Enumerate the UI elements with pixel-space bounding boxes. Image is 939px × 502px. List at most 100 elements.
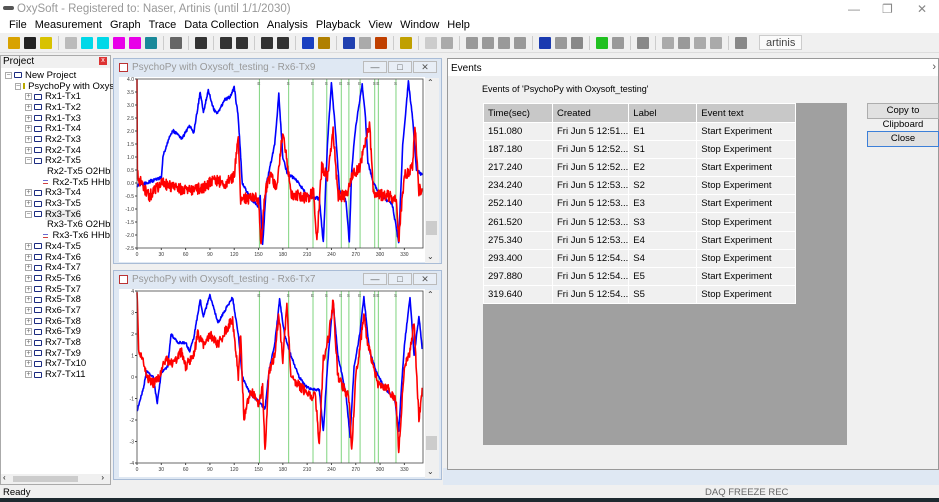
tree-item-rx7-tx9[interactable]: + Rx7-Tx9 — [1, 348, 110, 359]
menu-trace[interactable]: Trace — [145, 18, 181, 33]
expand-icon[interactable]: + — [25, 189, 32, 197]
close-button[interactable]: ✕ — [413, 273, 437, 285]
collapse-icon[interactable]: − — [15, 82, 22, 90]
collapse-icon[interactable]: − — [25, 157, 32, 165]
menu-help[interactable]: Help — [443, 18, 474, 33]
expand-icon[interactable]: + — [25, 253, 32, 261]
expand-icon[interactable]: + — [25, 317, 32, 325]
scroll-down-icon[interactable]: ⌄ — [427, 252, 434, 261]
scroll-right-icon[interactable]: › — [101, 473, 104, 482]
speaker-icon[interactable] — [735, 36, 747, 49]
tree-item-rx2-tx3[interactable]: + Rx2-Tx3 — [1, 134, 110, 145]
expand-icon[interactable]: + — [25, 264, 32, 272]
tree-item-new-project[interactable]: − New Project — [1, 70, 110, 81]
close-button[interactable]: Close — [867, 131, 939, 147]
gray-marker-icon[interactable] — [612, 36, 624, 49]
tree-item-rx1-tx4[interactable]: + Rx1-Tx4 — [1, 123, 110, 134]
list-icon[interactable] — [441, 36, 453, 49]
expand-icon[interactable]: + — [25, 285, 32, 293]
collapse-icon[interactable]: − — [5, 71, 12, 79]
tree-item-rx1-tx3[interactable]: + Rx1-Tx3 — [1, 113, 110, 124]
tree-item-rx3-tx6[interactable]: − Rx3-Tx6 — [1, 208, 110, 220]
filter-icon[interactable] — [65, 36, 77, 49]
expand-icon[interactable]: + — [25, 125, 32, 133]
table-row[interactable]: 261.520 Fri Jun 5 12:53... S3 Stop Experime… — [483, 212, 797, 232]
tree-item-rx5-tx7[interactable]: + Rx5-Tx7 — [1, 284, 110, 295]
tree-item-rx2-tx4[interactable]: + Rx2-Tx4 — [1, 145, 110, 156]
tree-item-study[interactable]: − PsychoPy with Oxysoft — [1, 81, 125, 92]
table-row[interactable]: 252.140 Fri Jun 5 12:53... E3 Start Experim… — [483, 194, 797, 214]
scroll-up-icon[interactable]: ⌃ — [427, 290, 434, 299]
menu-window[interactable]: Window — [396, 18, 443, 33]
minimize-button[interactable]: — — [363, 61, 387, 73]
minimize-icon[interactable]: — — [848, 2, 860, 16]
expand-icon[interactable]: + — [25, 296, 32, 304]
menu-data-collection[interactable]: Data Collection — [180, 18, 263, 33]
dialog-close-icon[interactable]: › — [932, 61, 936, 73]
table-row[interactable]: 217.240 Fri Jun 5 12:52... E2 Start Experim… — [483, 158, 797, 178]
menu-file[interactable]: File — [5, 18, 31, 33]
menu-measurement[interactable]: Measurement — [31, 18, 106, 33]
column-header[interactable]: Created — [551, 103, 630, 123]
zoom-fit-icon[interactable] — [195, 36, 207, 49]
stop-icon[interactable] — [571, 36, 583, 49]
tree-item-rx3-tx6-o2hb[interactable]: Rx3-Tx6 O2Hb — [1, 219, 110, 230]
expand-icon[interactable]: + — [25, 328, 32, 336]
vertical-scrollbar[interactable]: ⌃ ⌄ — [425, 78, 439, 263]
tree-item-rx6-tx9[interactable]: + Rx6-Tx9 — [1, 326, 110, 337]
expand-icon[interactable]: + — [25, 200, 32, 208]
tile-icon[interactable] — [343, 36, 355, 49]
maximize-button[interactable]: □ — [388, 273, 412, 285]
refresh-icon[interactable] — [302, 36, 314, 49]
artinis-brand-button[interactable]: artinis — [759, 35, 803, 50]
save-icon[interactable] — [24, 36, 36, 49]
export-icon[interactable] — [375, 36, 387, 49]
tree-item-rx5-tx6[interactable]: + Rx5-Tx6 — [1, 273, 110, 284]
column-header[interactable]: Label — [628, 103, 698, 123]
magenta-left-arrow-icon[interactable] — [113, 36, 125, 49]
copy-to-clipboard-button[interactable]: Copy to Clipboard — [867, 103, 939, 130]
table-row[interactable]: 151.080 Fri Jun 5 12:51... E1 Start Experim… — [483, 121, 797, 142]
pause-icon[interactable] — [555, 36, 567, 49]
tree-item-rx2-tx5-hhb[interactable]: Rx2-Tx5 HHb — [1, 177, 110, 188]
open-layout-icon[interactable] — [318, 36, 330, 49]
menu-graph[interactable]: Graph — [106, 18, 145, 33]
close-button[interactable]: ✕ — [413, 61, 437, 73]
tree-item-rx7-tx8[interactable]: + Rx7-Tx8 — [1, 337, 110, 348]
expand-icon[interactable]: + — [25, 146, 32, 154]
menu-analysis[interactable]: Analysis — [263, 18, 312, 33]
vertical-scrollbar[interactable]: ⌃ ⌄ — [425, 290, 439, 478]
percent-icon[interactable] — [710, 36, 722, 49]
tree-item-rx7-tx11[interactable]: + Rx7-Tx11 — [1, 369, 110, 380]
expand-icon[interactable]: + — [25, 93, 32, 101]
tree-item-rx6-tx7[interactable]: + Rx6-Tx7 — [1, 305, 110, 316]
green-marker-icon[interactable] — [596, 36, 608, 49]
cascade-icon[interactable] — [359, 36, 371, 49]
open-folder-icon[interactable] — [8, 36, 20, 49]
table-row[interactable]: 275.340 Fri Jun 5 12:53... E4 Start Experim… — [483, 230, 797, 250]
expand-icon[interactable]: + — [25, 135, 32, 143]
tree-item-rx3-tx6-hhb[interactable]: Rx3-Tx6 HHb — [1, 230, 110, 241]
align-icon[interactable] — [425, 36, 437, 49]
menu-playback[interactable]: Playback — [312, 18, 365, 33]
expand-icon[interactable]: + — [25, 242, 32, 250]
tree-item-rx1-tx1[interactable]: + Rx1-Tx1 — [1, 91, 110, 102]
tree-item-rx4-tx7[interactable]: + Rx4-Tx7 — [1, 262, 110, 273]
cyan-left-arrow-icon[interactable] — [81, 36, 93, 49]
minimize-button[interactable]: — — [363, 273, 387, 285]
expand-icon[interactable]: + — [25, 306, 32, 314]
tree-item-rx4-tx6[interactable]: + Rx4-Tx6 — [1, 252, 110, 263]
table-row[interactable]: 293.400 Fri Jun 5 12:54... S4 Stop Experime… — [483, 248, 797, 268]
tree-item-rx5-tx8[interactable]: + Rx5-Tx8 — [1, 294, 110, 305]
expand-icon[interactable]: + — [25, 360, 32, 368]
column-header[interactable]: Event text — [696, 103, 797, 123]
table-row[interactable]: 234.240 Fri Jun 5 12:53... S2 Stop Experime… — [483, 176, 797, 196]
tree-item-rx3-tx4[interactable]: + Rx3-Tx4 — [1, 187, 110, 198]
move-up-icon[interactable] — [482, 36, 494, 49]
cyan-right-arrow-icon[interactable] — [97, 36, 109, 49]
table-row[interactable]: 297.880 Fri Jun 5 12:54... E5 Start Experim… — [483, 266, 797, 286]
restore-icon[interactable]: ❐ — [882, 2, 893, 16]
horizontal-scrollbar[interactable]: ‹ › — [1, 473, 110, 484]
gradient-icon[interactable] — [145, 36, 157, 49]
tree-item-rx2-tx5-o2hb[interactable]: Rx2-Tx5 O2Hb — [1, 166, 110, 177]
